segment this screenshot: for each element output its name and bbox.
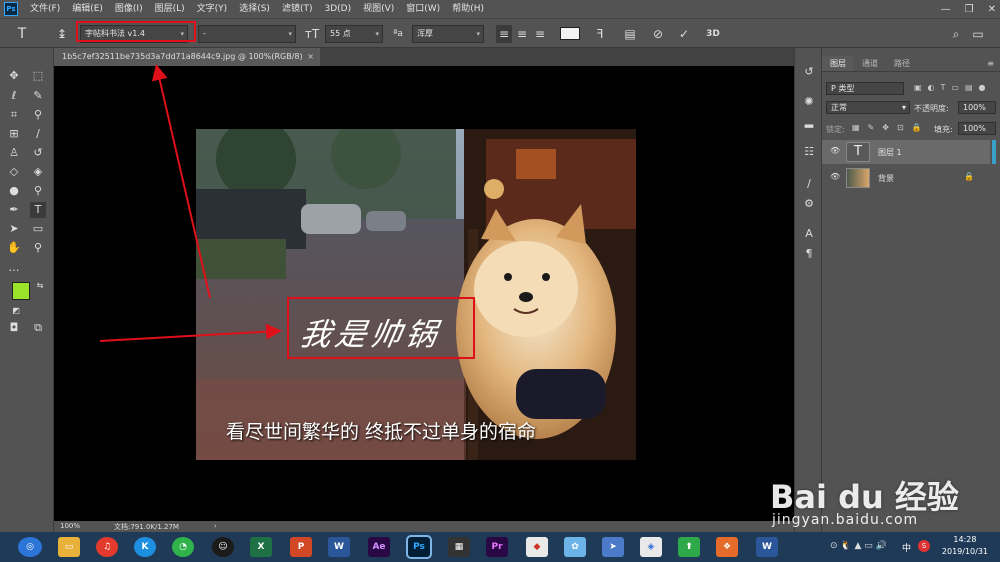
text-layer-thumb-icon: T xyxy=(846,142,870,162)
brush-panel-icon[interactable]: ∕ xyxy=(801,176,817,192)
tab-layers[interactable]: 图层 xyxy=(822,56,854,71)
lock-icons[interactable]: ▦✎✥⊡🔒 xyxy=(852,123,942,132)
tab-channels[interactable]: 通道 xyxy=(854,56,886,71)
adjustments-panel-icon[interactable]: ✺ xyxy=(801,94,817,110)
photoshop-taskbar-icon[interactable]: Ps xyxy=(406,535,432,559)
system-tray: ⊙ 🐧 ▲ ▭ 🔊 中 S 14:28 2019/10/31 xyxy=(780,532,1000,562)
tray-icons[interactable]: ⊙ 🐧 ▲ ▭ 🔊 xyxy=(830,541,887,551)
layer-item-text[interactable]: 👁 T 图层 1 xyxy=(822,140,990,164)
eye-icon[interactable]: 👁 xyxy=(830,146,840,156)
arrow-to-font xyxy=(151,64,211,299)
status-arrow-icon[interactable]: › xyxy=(214,522,217,530)
tab-paths[interactable]: 路径 xyxy=(886,56,918,71)
character-panel-icon-dock[interactable]: A xyxy=(801,226,817,242)
qq-icon[interactable]: ☺ xyxy=(212,537,234,557)
wechat-icon[interactable]: ◔ xyxy=(172,537,194,557)
clock[interactable]: 14:28 2019/10/31 xyxy=(942,534,988,558)
document-info: 文档:791.0K/1.27M xyxy=(114,523,179,531)
premiere-icon[interactable]: Pr xyxy=(486,537,508,557)
input-method-icon[interactable]: S xyxy=(918,540,930,552)
excel-icon[interactable]: X xyxy=(250,537,272,557)
image-layer-thumb xyxy=(846,168,870,188)
layer-name: 图层 1 xyxy=(878,148,902,157)
clock-date: 2019/10/31 xyxy=(941,547,988,556)
paragraph-panel-icon[interactable]: ¶ xyxy=(801,246,817,262)
word-icon[interactable]: W xyxy=(328,537,350,557)
baidu-watermark: Bai du 经验 jingyan.baidu.com xyxy=(760,452,990,542)
layer-item-background[interactable]: 👁 背景 🔒 xyxy=(822,166,990,190)
panel-scrollbar[interactable] xyxy=(992,140,996,164)
history-panel-icon[interactable]: ↺ xyxy=(801,64,817,80)
layer-kind-filter[interactable]: P 类型 xyxy=(826,82,904,95)
wps-icon[interactable]: W xyxy=(756,537,778,557)
status-bar: 100% 文档:791.0K/1.27M › xyxy=(54,521,794,532)
start-button-icon[interactable]: ◎ xyxy=(18,537,42,557)
lock-icon: 🔒 xyxy=(964,172,974,181)
clock-time: 14:28 xyxy=(953,535,977,544)
ime-indicator[interactable]: 中 xyxy=(902,541,911,554)
app-icon-4[interactable]: ◈ xyxy=(640,537,662,557)
app-icon-6[interactable]: ❖ xyxy=(716,537,738,557)
netease-music-icon[interactable]: ♫ xyxy=(96,537,118,557)
fill-label: 填充: xyxy=(934,125,953,134)
file-explorer-icon[interactable]: ▭ xyxy=(58,537,80,557)
powerpoint-icon[interactable]: P xyxy=(290,537,312,557)
eye-icon[interactable]: 👁 xyxy=(830,172,840,182)
kugou-icon[interactable]: K xyxy=(134,537,156,557)
panel-menu-icon[interactable]: ≡ xyxy=(987,56,994,72)
app-icon-3[interactable]: ➤ xyxy=(602,537,624,557)
blend-mode-select[interactable]: 正常 ▾ xyxy=(826,101,910,114)
levels-panel-icon[interactable]: ▂ xyxy=(801,114,817,130)
brush-settings-icon[interactable]: ⚙ xyxy=(801,196,817,212)
after-effects-icon[interactable]: Ae xyxy=(368,537,390,557)
video-player-icon[interactable]: ▦ xyxy=(448,537,470,557)
opacity-label: 不透明度: xyxy=(914,104,949,113)
fill-input[interactable]: 100% xyxy=(958,122,996,135)
app-icon-1[interactable]: ◆ xyxy=(526,537,548,557)
windows-taskbar: ◎ ▭ ♫ K ◔ ☺ X P W Ae Ps ▦ Pr ◆ ✿ ➤ ◈ ⬆ ❖… xyxy=(0,532,1000,562)
arrow-to-text xyxy=(99,323,282,342)
baidu-url: jingyan.baidu.com xyxy=(772,512,919,528)
layer-name: 背景 xyxy=(878,174,894,183)
layer-filter-icons[interactable]: ▣◐T▭▤● xyxy=(914,83,996,92)
opacity-input[interactable]: 100% xyxy=(958,101,996,114)
properties-panel-icon[interactable]: ☷ xyxy=(801,144,817,160)
app-icon-2[interactable]: ✿ xyxy=(564,537,586,557)
app-icon-5[interactable]: ⬆ xyxy=(678,537,700,557)
zoom-level[interactable]: 100% xyxy=(60,522,80,530)
